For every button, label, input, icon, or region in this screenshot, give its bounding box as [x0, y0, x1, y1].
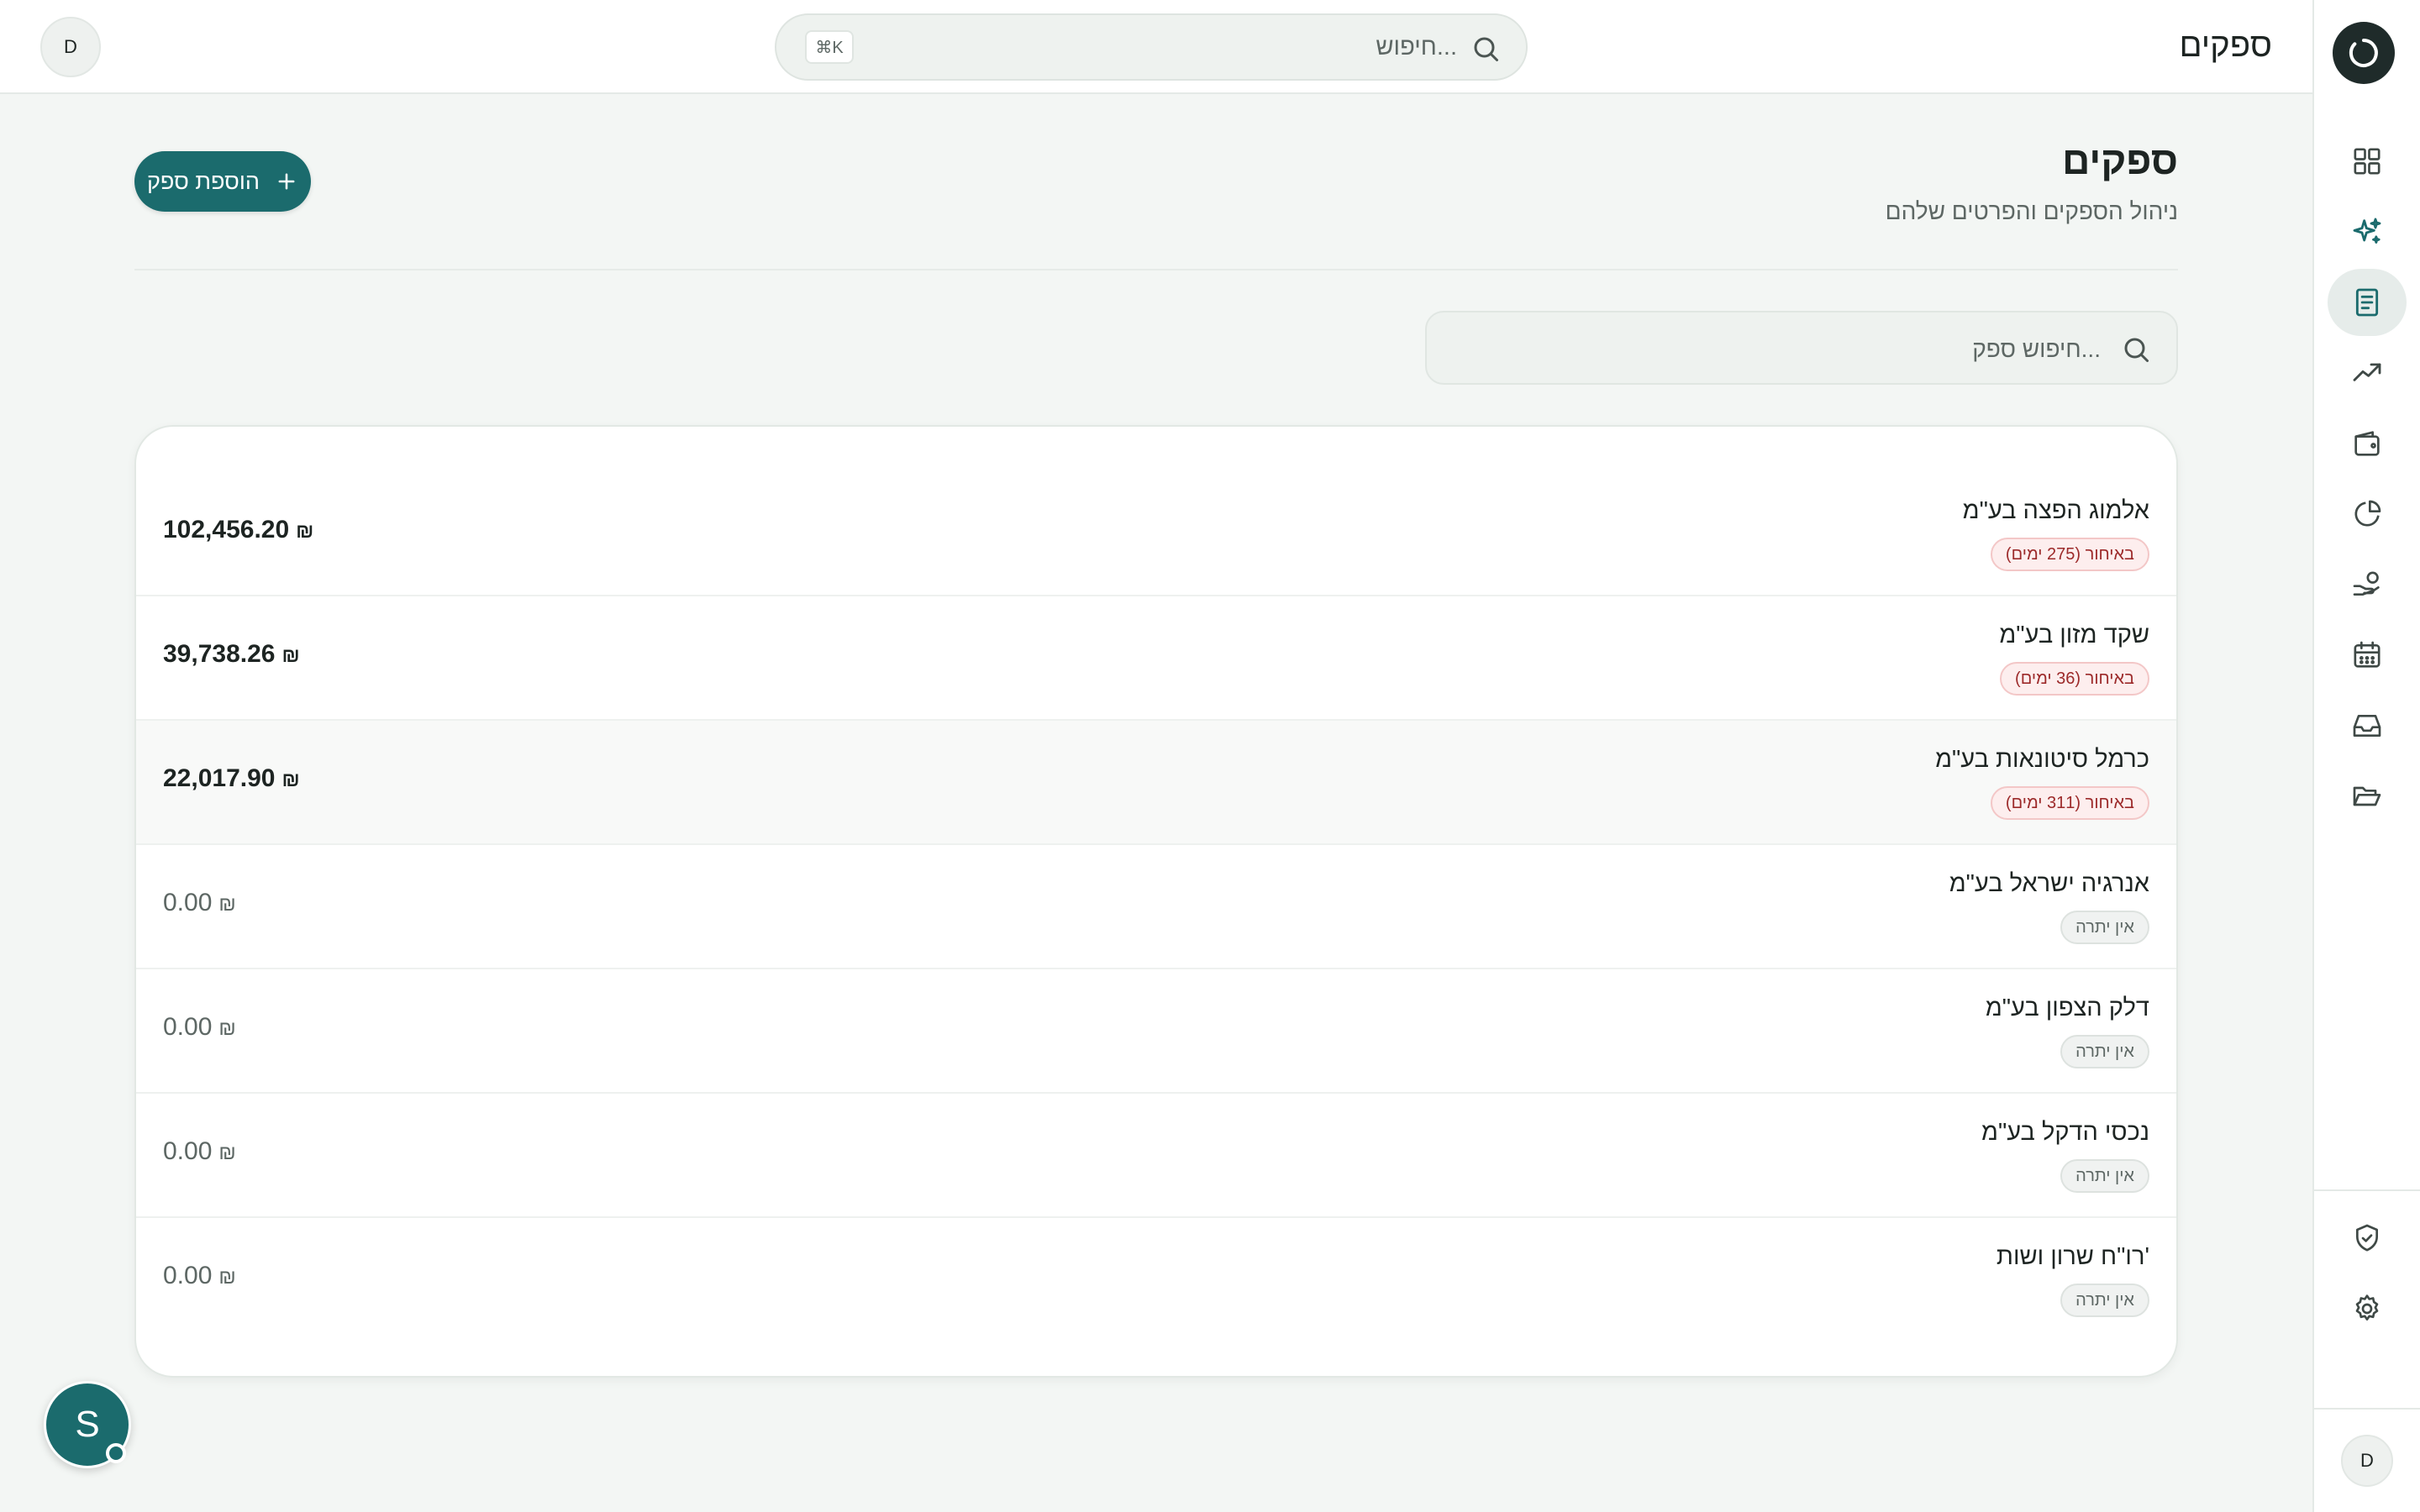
supplier-name: נכסי הדקל בע"מ	[1981, 1119, 2149, 1146]
balance-amount: 0.00	[163, 889, 213, 916]
sidebar-item-dashboard[interactable]	[2328, 128, 2407, 195]
currency-symbol: ₪	[281, 644, 300, 667]
sidebar-item-payments[interactable]	[2328, 551, 2407, 618]
add-supplier-label: הוספת ספק	[146, 168, 260, 194]
supplier-row[interactable]: רו"ח שרון ושות' אין יתרה 0.00 ₪	[136, 1218, 2176, 1342]
balance-amount: 0.00	[163, 1013, 213, 1041]
supplier-row[interactable]: אלמוג הפצה בע"מ באיחור (275 ימים) 102,45…	[136, 472, 2176, 596]
supplier-name: אנרגיה ישראל בע"מ	[1949, 870, 2149, 897]
balance-amount: 102,456.20	[163, 516, 290, 543]
brand-logo[interactable]	[2333, 22, 2395, 84]
status-badge: אין יתרה	[2060, 911, 2149, 944]
user-avatar-initial: D	[64, 36, 77, 57]
sidebar-avatar-initial: D	[2360, 1450, 2374, 1471]
hand-coins-icon	[2353, 571, 2380, 596]
currency-symbol: ₪	[296, 520, 314, 543]
supplier-row[interactable]: דלק הצפון בע"מ אין יתרה 0.00 ₪	[136, 969, 2176, 1094]
currency-symbol: ₪	[281, 769, 300, 791]
sidebar-item-calendar[interactable]	[2328, 622, 2407, 689]
supplier-row[interactable]: אנרגיה ישראל בע"מ אין יתרה 0.00 ₪	[136, 845, 2176, 969]
sidebar-user-avatar[interactable]: D	[2341, 1435, 2393, 1487]
trending-up-icon	[2353, 363, 2381, 381]
status-badge: אין יתרה	[2060, 1284, 2149, 1317]
sidebar-divider	[2314, 1408, 2420, 1410]
balance-amount: 0.00	[163, 1262, 213, 1289]
sidebar-item-settings[interactable]	[2328, 1275, 2407, 1342]
grid-icon	[2354, 148, 2381, 175]
gear-icon	[2355, 1294, 2379, 1320]
sidebar-item-security[interactable]	[2328, 1205, 2407, 1272]
pie-chart-icon	[2354, 500, 2381, 527]
global-search-input[interactable]: ⌘K חיפוש...	[775, 13, 1528, 81]
sidebar-item-trends[interactable]	[2328, 339, 2407, 407]
supplier-search-placeholder: חיפוש ספק...	[1972, 336, 2101, 362]
supplier-row[interactable]: נכסי הדקל בע"מ אין יתרה 0.00 ₪	[136, 1094, 2176, 1218]
supplier-balance: 0.00 ₪	[163, 1013, 236, 1042]
status-badge: באיחור (36 ימים)	[2000, 662, 2149, 696]
wallet-icon	[2354, 431, 2380, 456]
top-bar-title: ספקים	[2179, 27, 2272, 64]
sidebar-item-inbox[interactable]	[2328, 692, 2407, 759]
sidebar-item-documents[interactable]	[2328, 763, 2407, 830]
inbox-icon	[2353, 715, 2381, 737]
currency-symbol: ₪	[218, 893, 236, 916]
sidebar-item-reports[interactable]	[2328, 480, 2407, 548]
supplier-name: כרמל סיטונאות בע"מ	[1935, 746, 2149, 773]
currency-symbol: ₪	[218, 1017, 236, 1040]
shortcut-badge: ⌘K	[805, 30, 854, 64]
page-subtitle: ניהול הספקים והפרטים שלהם	[1885, 198, 2178, 224]
receipt-icon	[2355, 288, 2379, 317]
calendar-icon	[2354, 641, 2381, 668]
supplier-balance: 0.00 ₪	[163, 1262, 236, 1290]
add-supplier-button[interactable]: הוספת ספק	[134, 151, 311, 212]
sidebar-divider	[2314, 1189, 2420, 1191]
sidebar-item-ai[interactable]	[2328, 198, 2407, 265]
search-icon	[2124, 338, 2149, 362]
supplier-balance: 39,738.26 ₪	[163, 640, 300, 669]
chat-assistant-initial: S	[75, 1404, 100, 1445]
folder-open-icon	[2353, 786, 2381, 806]
supplier-search-input[interactable]: חיפוש ספק...	[1425, 311, 2178, 385]
plus-icon	[278, 173, 295, 190]
top-bar: D ⌘K חיפוש... ספקים	[0, 0, 2312, 94]
currency-symbol: ₪	[218, 1266, 236, 1289]
user-avatar[interactable]: D	[40, 17, 101, 77]
supplier-balance: 0.00 ₪	[163, 1137, 236, 1166]
currency-symbol: ₪	[218, 1142, 236, 1164]
supplier-name: שקד מזון בע"מ	[1999, 622, 2149, 648]
page-title: ספקים	[2062, 139, 2178, 182]
status-badge: באיחור (311 ימים)	[1990, 786, 2149, 820]
header-divider	[134, 269, 2178, 270]
sidebar-item-wallet[interactable]	[2328, 410, 2407, 477]
status-badge: אין יתרה	[2060, 1159, 2149, 1193]
supplier-row[interactable]: שקד מזון בע"מ באיחור (36 ימים) 39,738.26…	[136, 596, 2176, 721]
supplier-row[interactable]: כרמל סיטונאות בע"מ באיחור (311 ימים) 22,…	[136, 721, 2176, 845]
supplier-balance: 102,456.20 ₪	[163, 516, 313, 544]
balance-amount: 22,017.90	[163, 764, 276, 792]
shield-check-icon	[2356, 1224, 2378, 1252]
sidebar: D	[2312, 0, 2420, 1512]
online-status-dot	[106, 1443, 126, 1463]
balance-amount: 0.00	[163, 1137, 213, 1165]
supplier-balance: 22,017.90 ₪	[163, 764, 300, 793]
balance-amount: 39,738.26	[163, 640, 276, 668]
status-badge: אין יתרה	[2060, 1035, 2149, 1068]
sparkles-icon	[2353, 218, 2381, 244]
supplier-name: אלמוג הפצה בע"מ	[1962, 497, 2149, 524]
supplier-list: אלמוג הפצה בע"מ באיחור (275 ימים) 102,45…	[134, 425, 2178, 1378]
supplier-name: רו"ח שרון ושות'	[1996, 1243, 2149, 1270]
supplier-name: דלק הצפון בע"מ	[1985, 995, 2149, 1021]
status-badge: באיחור (275 ימים)	[1990, 538, 2149, 571]
global-search-placeholder: חיפוש...	[1376, 34, 1457, 60]
logo-ring-icon	[2349, 39, 2378, 67]
search-icon	[1474, 37, 1498, 61]
supplier-balance: 0.00 ₪	[163, 889, 236, 917]
sidebar-item-suppliers[interactable]	[2328, 269, 2407, 336]
